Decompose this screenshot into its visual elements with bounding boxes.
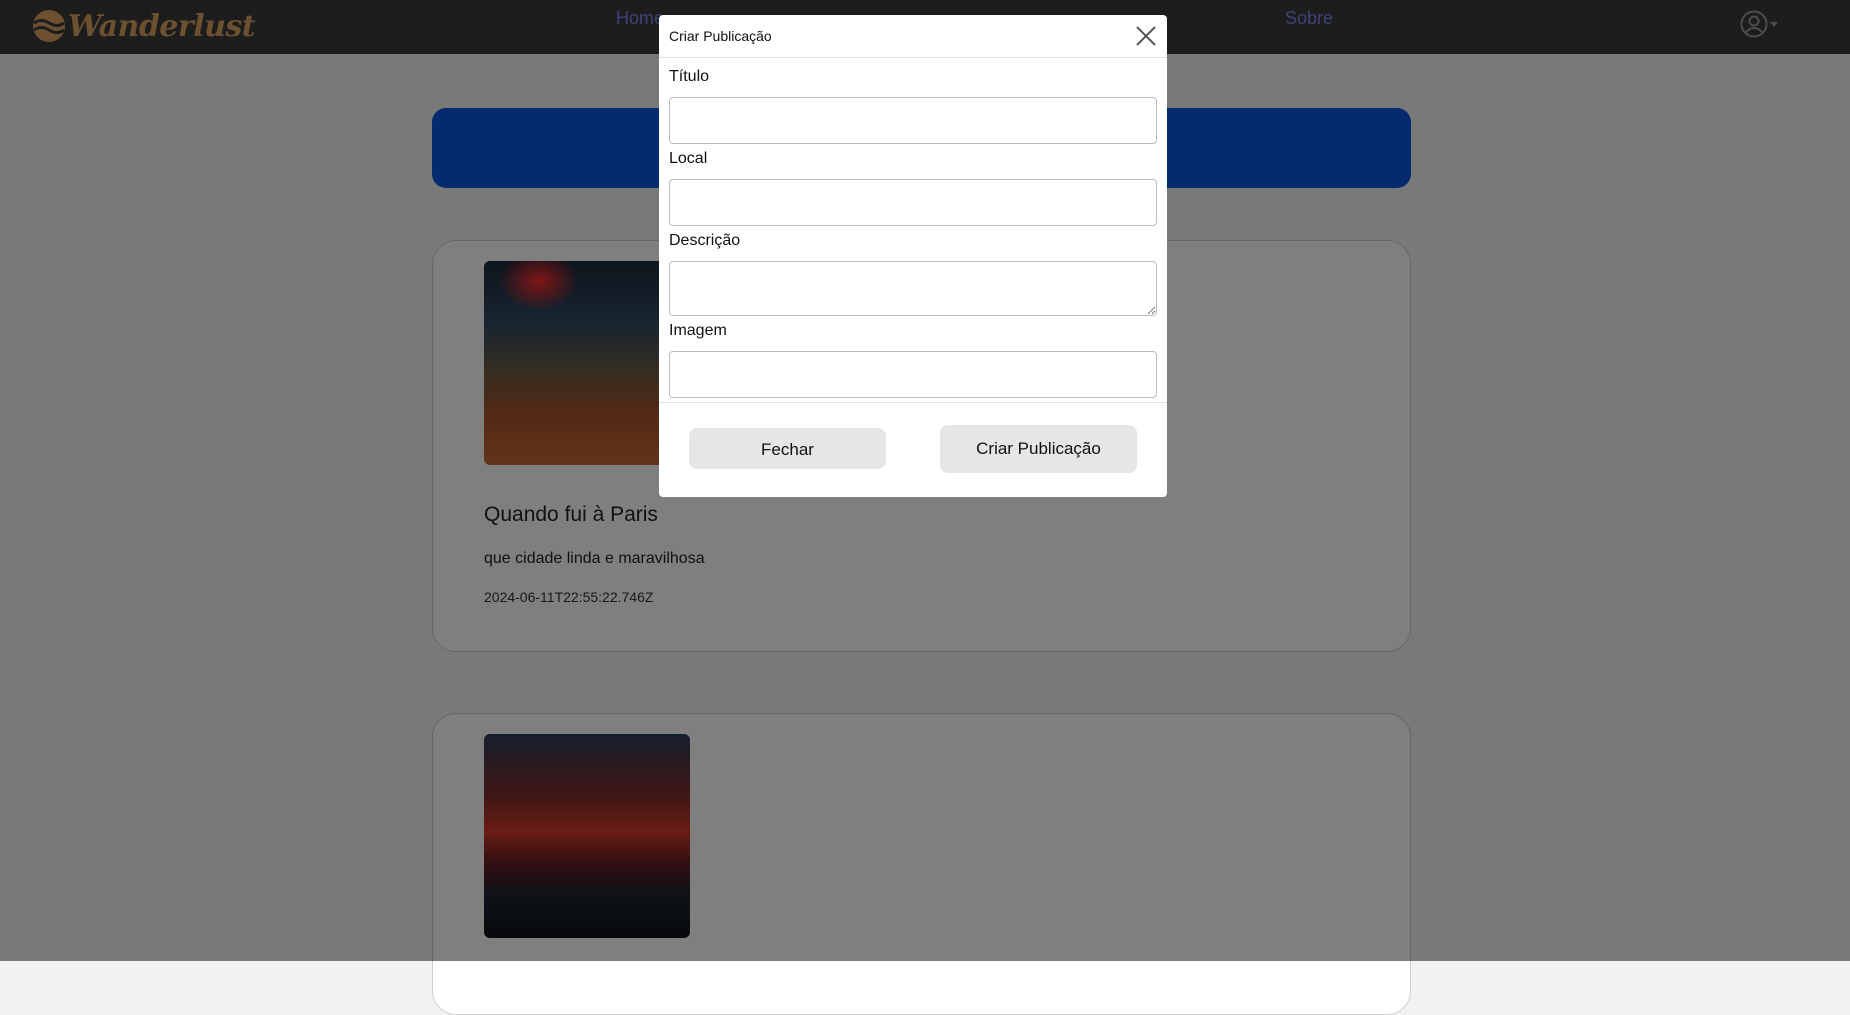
image-input[interactable] — [669, 351, 1157, 398]
image-label: Imagem — [669, 322, 727, 339]
description-textarea[interactable] — [669, 261, 1157, 316]
create-post-form: Título Local Descrição Imagem — [659, 68, 1167, 398]
modal-header: Criar Publicação — [659, 15, 1167, 58]
location-input[interactable] — [669, 179, 1157, 226]
description-label: Descrição — [669, 232, 741, 249]
close-x-icon — [1136, 26, 1156, 46]
modal-footer: Fechar Criar Publicação — [659, 402, 1167, 497]
title-label: Título — [669, 68, 710, 85]
modal-title: Criar Publicação — [669, 28, 772, 44]
create-post-button[interactable]: Criar Publicação — [940, 425, 1137, 473]
title-input[interactable] — [669, 97, 1157, 144]
create-post-modal: Criar Publicação Título Local Descrição … — [659, 15, 1167, 497]
close-modal-button[interactable]: Fechar — [689, 428, 886, 469]
location-label: Local — [669, 150, 708, 167]
close-button[interactable] — [1133, 23, 1159, 49]
